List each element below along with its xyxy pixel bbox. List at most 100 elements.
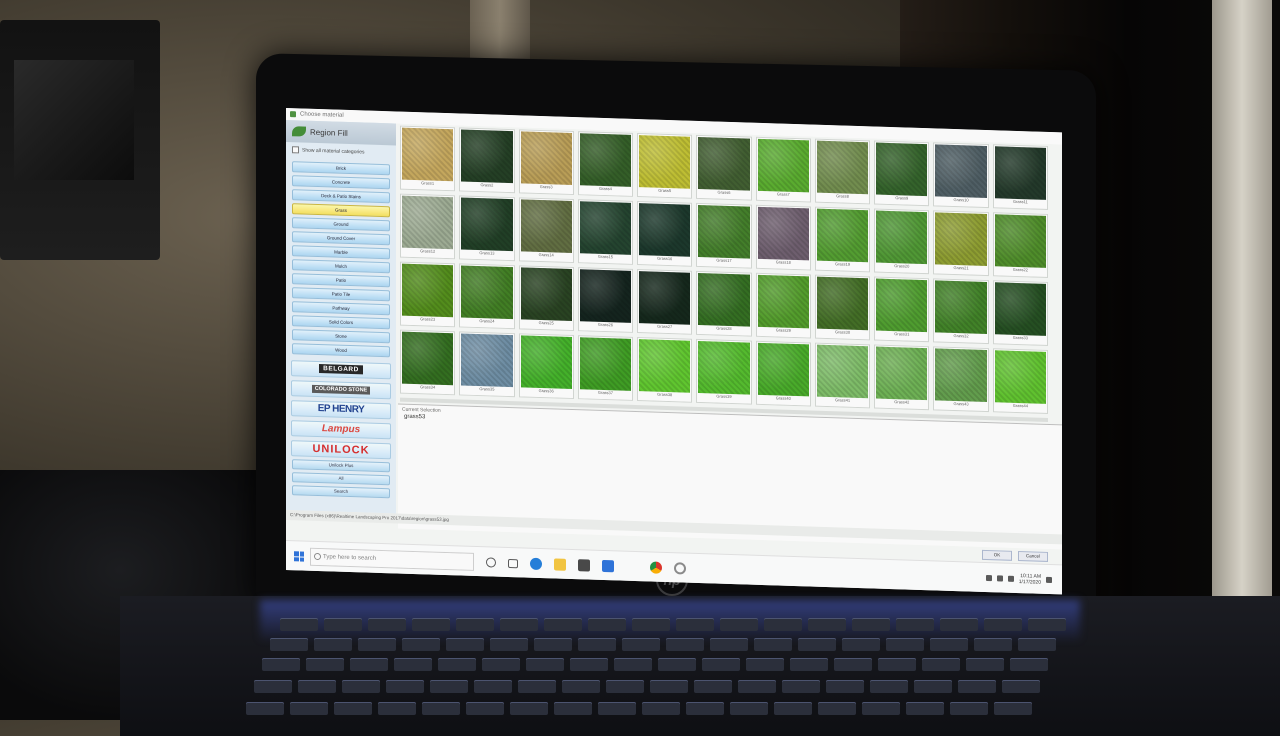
- unilock-plus-button[interactable]: Unilock Plus: [292, 459, 390, 473]
- material-tile[interactable]: Grass2: [459, 127, 515, 194]
- material-tile[interactable]: Grass9: [874, 140, 930, 207]
- material-tile[interactable]: Grass43: [933, 346, 989, 413]
- chevron-up-icon[interactable]: [985, 574, 992, 582]
- material-tile[interactable]: Grass10: [933, 142, 989, 209]
- material-tile[interactable]: Grass22: [992, 212, 1048, 278]
- category-item-grass[interactable]: Grass: [292, 203, 390, 218]
- keyboard-key: [334, 702, 372, 715]
- material-tile[interactable]: Grass26: [577, 267, 634, 333]
- brand-colorado-stone-button[interactable]: COLORADO STONE: [291, 380, 391, 400]
- cortana-icon[interactable]: [486, 557, 496, 568]
- chrome-icon[interactable]: [650, 561, 662, 574]
- material-tile[interactable]: Grass33: [992, 280, 1048, 346]
- file-explorer-icon[interactable]: [554, 558, 566, 571]
- material-tile[interactable]: Grass20: [874, 208, 930, 275]
- material-swatch: [639, 203, 691, 257]
- search-button[interactable]: Search: [292, 485, 390, 499]
- category-item-marble[interactable]: Marble: [292, 245, 390, 260]
- brand-label: COLORADO STONE: [311, 384, 371, 395]
- category-item-patio-tile[interactable]: Patio Tile: [292, 287, 390, 302]
- edge-icon[interactable]: [530, 557, 542, 571]
- material-tile[interactable]: Grass17: [696, 202, 752, 269]
- category-item-brick[interactable]: Brick: [292, 161, 390, 176]
- material-tile[interactable]: Grass8: [814, 138, 871, 205]
- brand-lampus-button[interactable]: Lampus: [291, 420, 391, 440]
- material-tile[interactable]: Grass34: [400, 329, 456, 396]
- windows-start-icon[interactable]: [294, 551, 304, 562]
- keyboard-key: [1010, 658, 1048, 671]
- material-tile[interactable]: Grass14: [518, 197, 574, 264]
- all-button[interactable]: All: [292, 472, 390, 486]
- material-label: Grass7: [776, 191, 790, 197]
- material-tile[interactable]: Grass41: [814, 342, 871, 409]
- background-wall-frame: [0, 20, 160, 260]
- material-tile[interactable]: Grass31: [874, 276, 930, 343]
- keyboard-key: [290, 702, 328, 715]
- material-tile[interactable]: Grass27: [637, 269, 693, 335]
- keyboard-key: [764, 618, 802, 631]
- material-tile[interactable]: Grass39: [696, 338, 752, 405]
- task-view-icon[interactable]: [508, 558, 518, 568]
- taskbar-search-input[interactable]: Type here to search: [310, 547, 474, 571]
- material-tile[interactable]: Grass16: [637, 201, 693, 267]
- material-tile[interactable]: Grass36: [518, 333, 574, 400]
- category-item-wood[interactable]: Wood: [292, 343, 390, 358]
- material-tile[interactable]: Grass7: [755, 136, 811, 203]
- material-tile[interactable]: Grass37: [577, 335, 634, 401]
- material-tile[interactable]: Grass21: [933, 210, 989, 277]
- category-item-patio[interactable]: Patio: [292, 273, 390, 288]
- category-item-pathway[interactable]: Pathway: [292, 301, 390, 316]
- show-all-checkbox[interactable]: Show all material categories: [286, 142, 396, 160]
- category-item-concrete[interactable]: Concrete: [292, 175, 390, 190]
- material-tile[interactable]: Grass4: [577, 131, 634, 197]
- brand-ep-henry-button[interactable]: EP HENRY: [291, 400, 391, 420]
- material-tile[interactable]: Grass29: [755, 272, 811, 339]
- material-tile[interactable]: Grass13: [459, 195, 515, 262]
- material-tile[interactable]: Grass25: [518, 265, 574, 332]
- material-tile[interactable]: Grass18: [755, 204, 811, 271]
- category-item-stone[interactable]: Stone: [292, 329, 390, 344]
- mail-icon[interactable]: [602, 559, 614, 573]
- material-tile[interactable]: Grass35: [459, 331, 515, 398]
- cancel-button[interactable]: Cancel: [1018, 551, 1048, 562]
- material-label: Grass29: [775, 327, 791, 333]
- material-tile[interactable]: Grass32: [933, 278, 989, 345]
- network-icon[interactable]: [996, 575, 1003, 582]
- material-tile[interactable]: Grass40: [755, 340, 811, 407]
- material-tile[interactable]: Grass30: [814, 274, 871, 341]
- volume-icon[interactable]: [1007, 575, 1014, 582]
- material-tile[interactable]: Grass44: [992, 348, 1048, 414]
- material-tile[interactable]: Grass19: [814, 206, 871, 273]
- store-icon[interactable]: [578, 559, 590, 572]
- material-label: Grass9: [895, 195, 909, 201]
- brand-unilock-button[interactable]: UNILOCK: [291, 440, 391, 460]
- material-tile[interactable]: Grass3: [518, 129, 574, 196]
- checkbox-box[interactable]: [292, 146, 299, 154]
- material-tile[interactable]: Grass1: [400, 125, 456, 192]
- material-tile[interactable]: Grass23: [400, 261, 456, 328]
- material-tile[interactable]: Grass15: [577, 199, 634, 265]
- material-tile[interactable]: Grass28: [696, 270, 752, 337]
- keyboard-key: [950, 702, 988, 715]
- material-tile[interactable]: Grass5: [637, 133, 693, 199]
- category-item-mulch[interactable]: Mulch: [292, 259, 390, 274]
- brand-list: BELGARD COLORADO STONE EP HENRY Lampus U…: [286, 360, 396, 499]
- material-tile[interactable]: Grass24: [459, 263, 515, 330]
- category-item-ground[interactable]: Ground: [292, 217, 390, 232]
- key-row: [262, 658, 1048, 671]
- material-tile[interactable]: Grass38: [637, 337, 693, 403]
- category-item-ground-cover[interactable]: Ground Cover: [292, 231, 390, 246]
- material-tile[interactable]: Grass12: [400, 193, 456, 260]
- category-item-solid-colors[interactable]: Solid Colors: [292, 315, 390, 330]
- notifications-icon[interactable]: [1046, 576, 1052, 584]
- material-tile[interactable]: Grass11: [992, 144, 1048, 210]
- brand-belgard-button[interactable]: BELGARD: [291, 360, 391, 380]
- material-tile[interactable]: Grass6: [696, 134, 752, 201]
- keyboard-key: [754, 638, 792, 651]
- keyboard-key: [878, 658, 916, 671]
- ok-button[interactable]: OK: [982, 549, 1012, 561]
- material-tile[interactable]: Grass42: [874, 344, 930, 411]
- category-item-deck-patio-stains[interactable]: Deck & Patio Stains: [292, 189, 390, 204]
- taskbar-clock[interactable]: 10:11 AM 1/17/2020: [1019, 573, 1041, 586]
- app-icon[interactable]: [674, 562, 686, 575]
